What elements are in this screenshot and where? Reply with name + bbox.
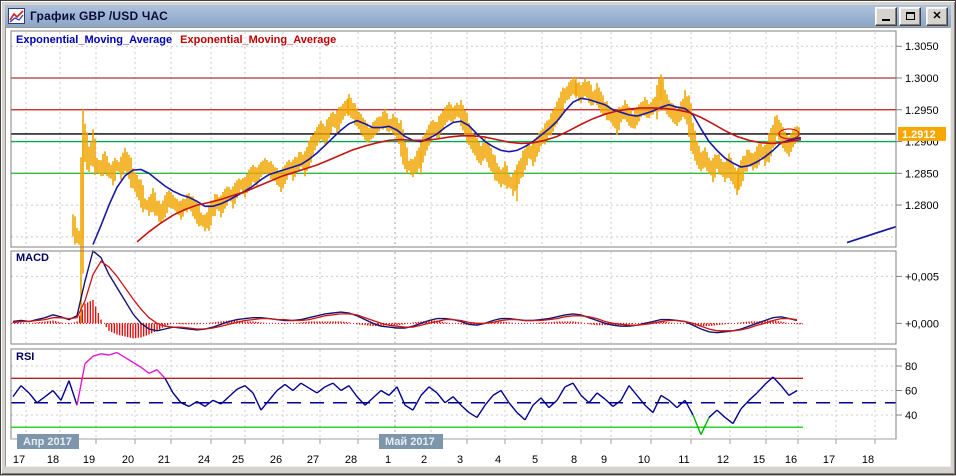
svg-text:4: 4 <box>495 454 501 466</box>
svg-text:20: 20 <box>122 454 134 466</box>
svg-text:17: 17 <box>13 454 25 466</box>
svg-text:60: 60 <box>905 386 917 398</box>
svg-text:18: 18 <box>47 454 59 466</box>
svg-text:+0,005: +0,005 <box>905 271 939 283</box>
svg-text:28: 28 <box>345 454 357 466</box>
svg-text:11: 11 <box>678 454 689 466</box>
ema-fast-legend-label: Exponential_Moving_Average <box>16 34 173 46</box>
svg-text:1.3050: 1.3050 <box>905 41 939 53</box>
svg-text:17: 17 <box>823 454 835 466</box>
indicator-legend: Exponential_Moving_Average Exponential_M… <box>16 34 336 46</box>
macd-panel-label: MACD <box>16 252 49 264</box>
svg-text:25: 25 <box>232 454 244 466</box>
price-chart-canvas[interactable]: 1.30501.30001.29501.29001.28501.28001.29… <box>1 1 956 476</box>
svg-text:24: 24 <box>198 454 210 466</box>
chart-window: График GBP /USD ЧАС ✕ 1.3050 1.3000 1.2950… <box>0 0 956 475</box>
svg-text:19: 19 <box>83 454 95 466</box>
svg-text:Май 2017: Май 2017 <box>385 436 435 448</box>
svg-text:9: 9 <box>601 454 607 466</box>
svg-text:+0,000: +0,000 <box>905 318 939 330</box>
svg-text:10: 10 <box>638 454 650 466</box>
svg-text:1.2800: 1.2800 <box>905 200 939 212</box>
svg-text:1: 1 <box>385 454 391 466</box>
svg-text:16: 16 <box>785 454 797 466</box>
svg-text:1.2912: 1.2912 <box>902 129 936 141</box>
ema-slow-legend-label: Exponential_Moving_Average <box>180 34 337 46</box>
rsi-panel-label: RSI <box>16 351 35 363</box>
svg-text:1.2850: 1.2850 <box>905 168 939 180</box>
svg-text:26: 26 <box>270 454 282 466</box>
svg-text:40: 40 <box>905 410 917 422</box>
svg-text:1.3000: 1.3000 <box>905 73 939 85</box>
svg-text:15: 15 <box>753 454 765 466</box>
svg-text:18: 18 <box>862 454 874 466</box>
svg-text:21: 21 <box>158 454 170 466</box>
svg-text:5: 5 <box>532 454 538 466</box>
svg-text:3: 3 <box>457 454 463 466</box>
svg-text:8: 8 <box>571 454 577 466</box>
svg-text:Апр 2017: Апр 2017 <box>23 436 72 448</box>
svg-text:2: 2 <box>421 454 427 466</box>
svg-text:27: 27 <box>307 454 319 466</box>
svg-text:80: 80 <box>905 361 917 373</box>
svg-text:1.2950: 1.2950 <box>905 105 939 117</box>
svg-text:12: 12 <box>717 454 729 466</box>
